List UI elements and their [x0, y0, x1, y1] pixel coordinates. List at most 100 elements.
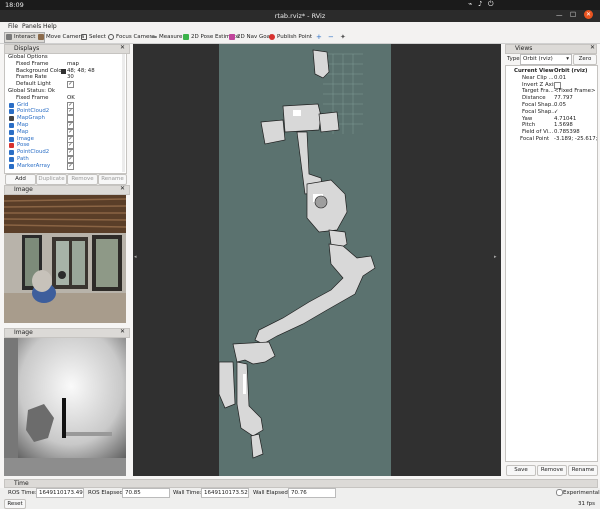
- time-panel-title: Time: [4, 479, 598, 488]
- close-icon[interactable]: ✕: [584, 10, 593, 19]
- displays-scrollbar[interactable]: [122, 54, 125, 172]
- remove-tool-icon[interactable]: −: [328, 33, 334, 41]
- view-type-select[interactable]: Orbit (rviz) ▾: [520, 54, 572, 65]
- network-icon[interactable]: ⌁: [468, 0, 472, 8]
- focus-camera-icon: [108, 34, 114, 40]
- view-property-row[interactable]: Pitch 1.5698: [506, 122, 596, 129]
- rename-view-button[interactable]: Rename: [568, 465, 598, 476]
- render-view[interactable]: ◂ ▸: [133, 44, 501, 476]
- display-row[interactable]: Frame Rate 30: [5, 74, 121, 81]
- collapse-right-icon[interactable]: ▸: [494, 254, 497, 260]
- image-1-close-icon[interactable]: ✕: [120, 185, 125, 192]
- display-row[interactable]: Background Color 48; 48; 48: [5, 68, 121, 75]
- display-row-label: Map: [17, 122, 29, 128]
- view-property-label: Field of Vi...: [522, 129, 554, 136]
- view-property-row[interactable]: Focal Shap... 0.05: [506, 102, 596, 109]
- display-row[interactable]: Fixed Frame map: [5, 61, 121, 68]
- duplicate-display-button[interactable]: Duplicate: [36, 174, 67, 185]
- display-row[interactable]: Pose ✓: [5, 142, 121, 150]
- view-property-row[interactable]: Target Fra... <Fixed Frame>: [506, 88, 596, 95]
- color-swatch[interactable]: [61, 68, 66, 74]
- experimental-checkbox[interactable]: [556, 489, 563, 496]
- measure-tool[interactable]: Measure: [150, 33, 182, 42]
- zero-button[interactable]: Zero: [573, 54, 597, 65]
- display-row-label: Global Options: [8, 54, 48, 60]
- view-property-row[interactable]: Field of Vi... 0.785398: [506, 129, 596, 136]
- remove-view-button[interactable]: Remove: [537, 465, 567, 476]
- ros-elapsed-field[interactable]: 70.85: [122, 488, 170, 498]
- display-row[interactable]: PointCloud2 ✓: [5, 149, 121, 157]
- display-row-label: Fixed Frame: [16, 60, 49, 67]
- add-display-button[interactable]: Add: [5, 174, 36, 185]
- display-row-value[interactable]: OK: [67, 95, 75, 102]
- view-property-row[interactable]: Invert Z Axis: [506, 81, 596, 89]
- view-property-row[interactable]: Focal Point -3.189; -25.617; 3.7...: [506, 136, 597, 143]
- view-property-row[interactable]: Current View Orbit (rviz): [506, 68, 596, 75]
- display-row[interactable]: Map ✓: [5, 122, 121, 129]
- display-row-value[interactable]: 30: [67, 74, 74, 81]
- wall-elapsed-field[interactable]: 70.76: [288, 488, 336, 498]
- publish-point-tool[interactable]: Publish Point: [268, 33, 312, 42]
- image-panel-2-title: Image: [4, 328, 130, 338]
- view-property-value[interactable]: 0.01: [554, 75, 566, 82]
- display-row[interactable]: Path ✓: [5, 156, 121, 163]
- remove-display-button[interactable]: Remove: [67, 174, 98, 185]
- save-view-button[interactable]: Save: [506, 465, 536, 476]
- views-tree[interactable]: Current View Orbit (rviz) Near Clip ... 0.0…: [505, 65, 598, 462]
- display-row[interactable]: Global Status: Ok: [5, 88, 121, 95]
- view-property-row[interactable]: Distance 77.797: [506, 95, 596, 102]
- pose-estimate-icon: [183, 34, 189, 40]
- display-row[interactable]: Default Light ✓: [5, 81, 121, 89]
- select-tool[interactable]: Select: [80, 33, 106, 42]
- view-property-value[interactable]: 1.5698: [554, 122, 573, 129]
- rename-display-button[interactable]: Rename: [98, 174, 127, 185]
- view-property-row[interactable]: Focal Shap... ✓: [506, 109, 596, 116]
- menu-panels[interactable]: Panels: [22, 23, 41, 30]
- displays-close-icon[interactable]: ✕: [120, 44, 125, 51]
- display-row-label: MarkerArray: [17, 162, 51, 169]
- minimize-icon[interactable]: —: [556, 11, 563, 19]
- menu-file[interactable]: File: [8, 23, 18, 30]
- view-property-value[interactable]: 0.05: [554, 102, 566, 109]
- view-property-value[interactable]: ✓: [554, 109, 559, 116]
- view-property-value[interactable]: Orbit (rviz): [554, 68, 588, 75]
- view-property-value[interactable]: <Fixed Frame>: [554, 88, 596, 95]
- display-row-value[interactable]: 48; 48; 48: [67, 68, 95, 75]
- display-row[interactable]: MarkerArray ✓: [5, 162, 121, 170]
- tool-properties-icon[interactable]: ✦: [340, 33, 346, 41]
- display-row[interactable]: Map ✓: [5, 128, 121, 136]
- display-row-label: PointCloud2: [17, 149, 50, 156]
- display-row[interactable]: Global Options: [5, 54, 121, 61]
- menu-help[interactable]: Help: [43, 23, 57, 30]
- display-enabled-checkbox[interactable]: ✓: [67, 162, 74, 170]
- maximize-icon[interactable]: □: [570, 10, 576, 18]
- nav-goal-tool[interactable]: 2D Nav Goal: [228, 33, 272, 42]
- collapse-left-icon[interactable]: ◂: [134, 254, 137, 260]
- image-2-close-icon[interactable]: ✕: [120, 328, 125, 335]
- view-property-value[interactable]: 77.797: [554, 95, 573, 102]
- volume-icon[interactable]: ♪: [478, 0, 482, 8]
- move-camera-tool[interactable]: Move Camera: [37, 33, 84, 42]
- ros-time-field[interactable]: 1649110173.49: [36, 488, 84, 498]
- view-property-value[interactable]: -3.189; -25.617; 3.7...: [554, 136, 597, 143]
- display-row[interactable]: Fixed Frame OK: [5, 95, 121, 102]
- display-row[interactable]: PointCloud2 ✓: [5, 108, 121, 116]
- view-property-value[interactable]: 0.785398: [554, 129, 580, 136]
- displays-tree[interactable]: Global Options Fixed Frame map Background C…: [4, 53, 127, 174]
- reset-button[interactable]: Reset: [4, 499, 26, 509]
- power-icon[interactable]: ⏻: [488, 0, 494, 9]
- view-property-row[interactable]: Yaw 4.71041: [506, 116, 596, 123]
- wall-time-field[interactable]: 1649110173.52: [201, 488, 249, 498]
- views-close-icon[interactable]: ✕: [590, 44, 595, 51]
- focus-camera-tool[interactable]: Focus Camera: [107, 33, 155, 42]
- display-row-value[interactable]: map: [67, 61, 79, 68]
- view-property-row[interactable]: Near Clip ... 0.01: [506, 75, 596, 82]
- display-row-label: Global Status: Ok: [8, 88, 55, 94]
- display-row[interactable]: Grid ✓: [5, 101, 121, 109]
- display-row-label: Image: [17, 135, 34, 142]
- add-tool-icon[interactable]: +: [316, 33, 322, 41]
- view-property-value[interactable]: 4.71041: [554, 116, 576, 123]
- display-row[interactable]: MapGraph: [5, 115, 121, 123]
- display-row[interactable]: Image ✓: [5, 135, 121, 143]
- fps-readout: 31 fps: [578, 501, 596, 507]
